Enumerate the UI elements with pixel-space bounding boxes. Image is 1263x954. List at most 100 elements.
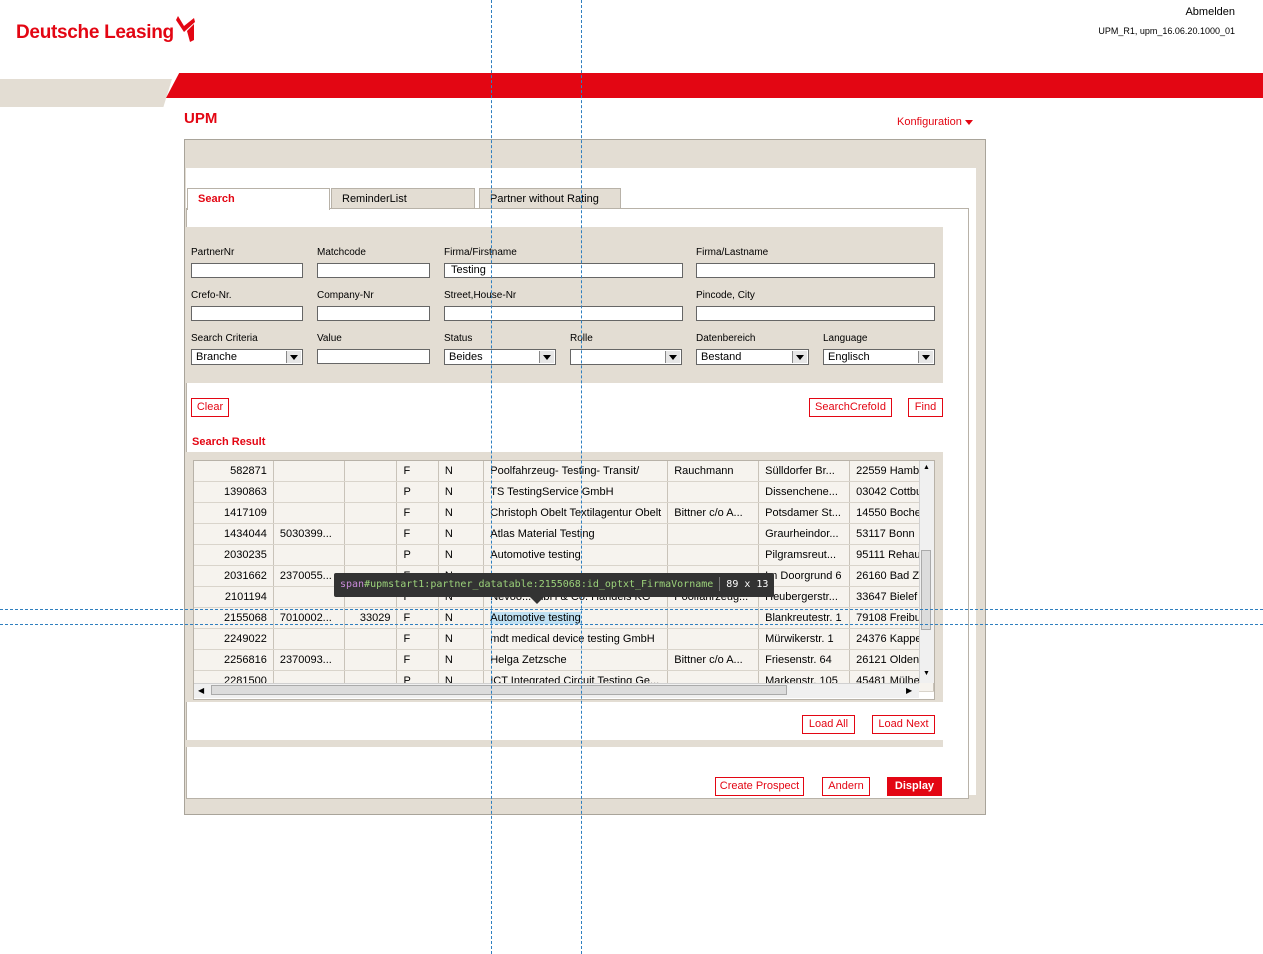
cell-text: 79108 Freibu [856,612,921,624]
table-cell: 2155068 [194,607,274,629]
cell-text: Atlas Material Testing [490,528,595,540]
header-band-red [166,73,1263,98]
cell-text: 53117 Bonn [856,528,915,540]
config-menu[interactable]: Konfiguration [897,116,973,128]
table-row[interactable]: 1390863 P N TS TestingService GmbH Dissenche… [194,481,934,503]
table-cell: 2030235 [194,544,274,566]
find-button[interactable]: Find [908,398,943,417]
load-next-button[interactable]: Load Next [872,715,935,734]
clear-button[interactable]: Clear [191,398,229,417]
partner-nr-input[interactable] [191,263,303,278]
scroll-down-icon[interactable]: ▼ [923,670,930,677]
cell-text: N [444,549,453,561]
scroll-right-icon[interactable]: ▶ [906,686,912,695]
rolle-select[interactable] [570,349,682,365]
inspector-selector: #upmstart1:partner_datatable:2155068:id_… [364,579,714,590]
company-nr-input[interactable] [317,306,430,321]
cell-text: Im Doorgrund 6 [765,570,842,582]
cell-text: Pilgramsreut... [765,549,837,561]
cell-text: 1390863 [224,486,267,498]
cell-text: Heubergerstr... [765,591,838,603]
partner-nr-label: PartnerNr [191,247,235,258]
table-cell [273,461,345,482]
table-row[interactable]: 2155068 7010002... 33029 F N Automotive testi… [194,607,934,629]
cell-text: 5030399... [279,528,332,540]
tab-partner-without-rating[interactable]: Partner without Rating [479,188,621,208]
scroll-left-icon[interactable]: ◀ [198,686,204,695]
search-criteria-select[interactable]: Branche [191,349,303,365]
logout-link[interactable]: Abmelden [1185,6,1235,18]
table-row[interactable]: 1417109 F N Christoph Obelt Textilagentur O… [194,502,934,524]
cell-text: P [403,549,411,561]
table-cell: Bittner c/o A... [667,649,760,671]
cell-text: 2031662 [224,570,267,582]
search-crefo-button[interactable]: SearchCrefoId [809,398,892,417]
table-cell: Pilgramsreut... [758,544,851,566]
scroll-up-icon[interactable]: ▲ [923,464,930,471]
table-cell: Automotive testing [483,607,669,629]
table-cell: 2101194 [194,586,274,608]
load-all-button[interactable]: Load All [802,715,855,734]
table-cell: 2256816 [194,649,274,671]
table-row[interactable]: 1434044 5030399... F N Atlas Material Testin… [194,523,934,545]
cell-text: Rauchmann [674,465,734,477]
table-cell: Rauchmann [667,461,760,482]
crefo-input[interactable] [191,306,303,321]
lastname-input[interactable] [696,263,935,278]
tab-search[interactable]: Search [187,188,330,210]
table-row[interactable]: 2256816 2370093... F N Helga Zetzsche Bittner… [194,649,934,671]
matchcode-label: Matchcode [317,247,366,258]
cell-text: Graurheindor... [765,528,839,540]
table-cell [344,628,398,650]
table-cell [344,544,398,566]
table-row[interactable]: 2249022 F Nmdt medical device testing GmbH… [194,628,934,650]
table-cell: F [396,523,439,545]
language-label: Language [823,333,868,344]
create-prospect-button[interactable]: Create Prospect [715,777,804,796]
display-button[interactable]: Display [887,777,942,796]
table-cell: Poolfahrzeug- Testing- Transit/ [483,461,669,482]
datenbereich-select[interactable]: Bestand [696,349,809,365]
cell-text: Automotive testing [490,549,581,561]
version-info: UPM_R1, upm_16.06.20.1000_01 [1098,26,1235,36]
company-nr-label: Company-Nr [317,290,374,301]
andern-button[interactable]: Andern [822,777,870,796]
table-cell: Christoph Obelt Textilagentur Obelt [483,502,669,524]
cell-text: Automotive testing [490,612,581,624]
value-input[interactable] [317,349,430,364]
table-cell [273,628,345,650]
table-cell: TS TestingService GmbH [483,481,669,503]
table-cell: 2031662 [194,565,274,587]
cell-text: TS TestingService GmbH [490,486,614,498]
table-cell: N [438,481,485,503]
brand-logo-icon [176,16,195,42]
language-value: Englisch [828,351,870,363]
horizontal-scroll-thumb[interactable] [211,685,787,695]
street-input[interactable] [444,306,683,321]
vertical-scroll-thumb[interactable] [921,550,931,630]
table-cell [273,544,345,566]
inspector-guide-line [491,0,492,954]
cell-text: 1417109 [224,507,267,519]
table-row[interactable]: 582871 F N Poolfahrzeug- Testing- Transit/R… [194,461,934,482]
table-cell: F [396,607,439,629]
cell-text: Bittner c/o A... [674,507,743,519]
status-select[interactable]: Beides [444,349,556,365]
cell-text: Potsdamer St... [765,507,841,519]
matchcode-input[interactable] [317,263,430,278]
table-cell: Graurheindor... [758,523,851,545]
cell-text: Christoph Obelt Textilagentur Obelt [490,507,662,519]
language-select[interactable]: Englisch [823,349,935,365]
pincode-input[interactable] [696,306,935,321]
cell-text: Blankreutestr. 1 [765,612,842,624]
table-cell: Mürwikerstr. 1 [758,628,851,650]
table-row[interactable]: 2030235 P N Automotive testing Pilgramsreut.… [194,544,934,566]
table-cell: Bittner c/o A... [667,502,760,524]
table-cell [273,481,345,503]
firstname-input[interactable]: Testing [444,263,683,278]
table-cell [667,523,760,545]
tab-reminder-list[interactable]: ReminderList [331,188,475,208]
table-cell: N [438,523,485,545]
table-cell: 5030399... [273,523,345,545]
table-cell: 33029 [344,607,398,629]
